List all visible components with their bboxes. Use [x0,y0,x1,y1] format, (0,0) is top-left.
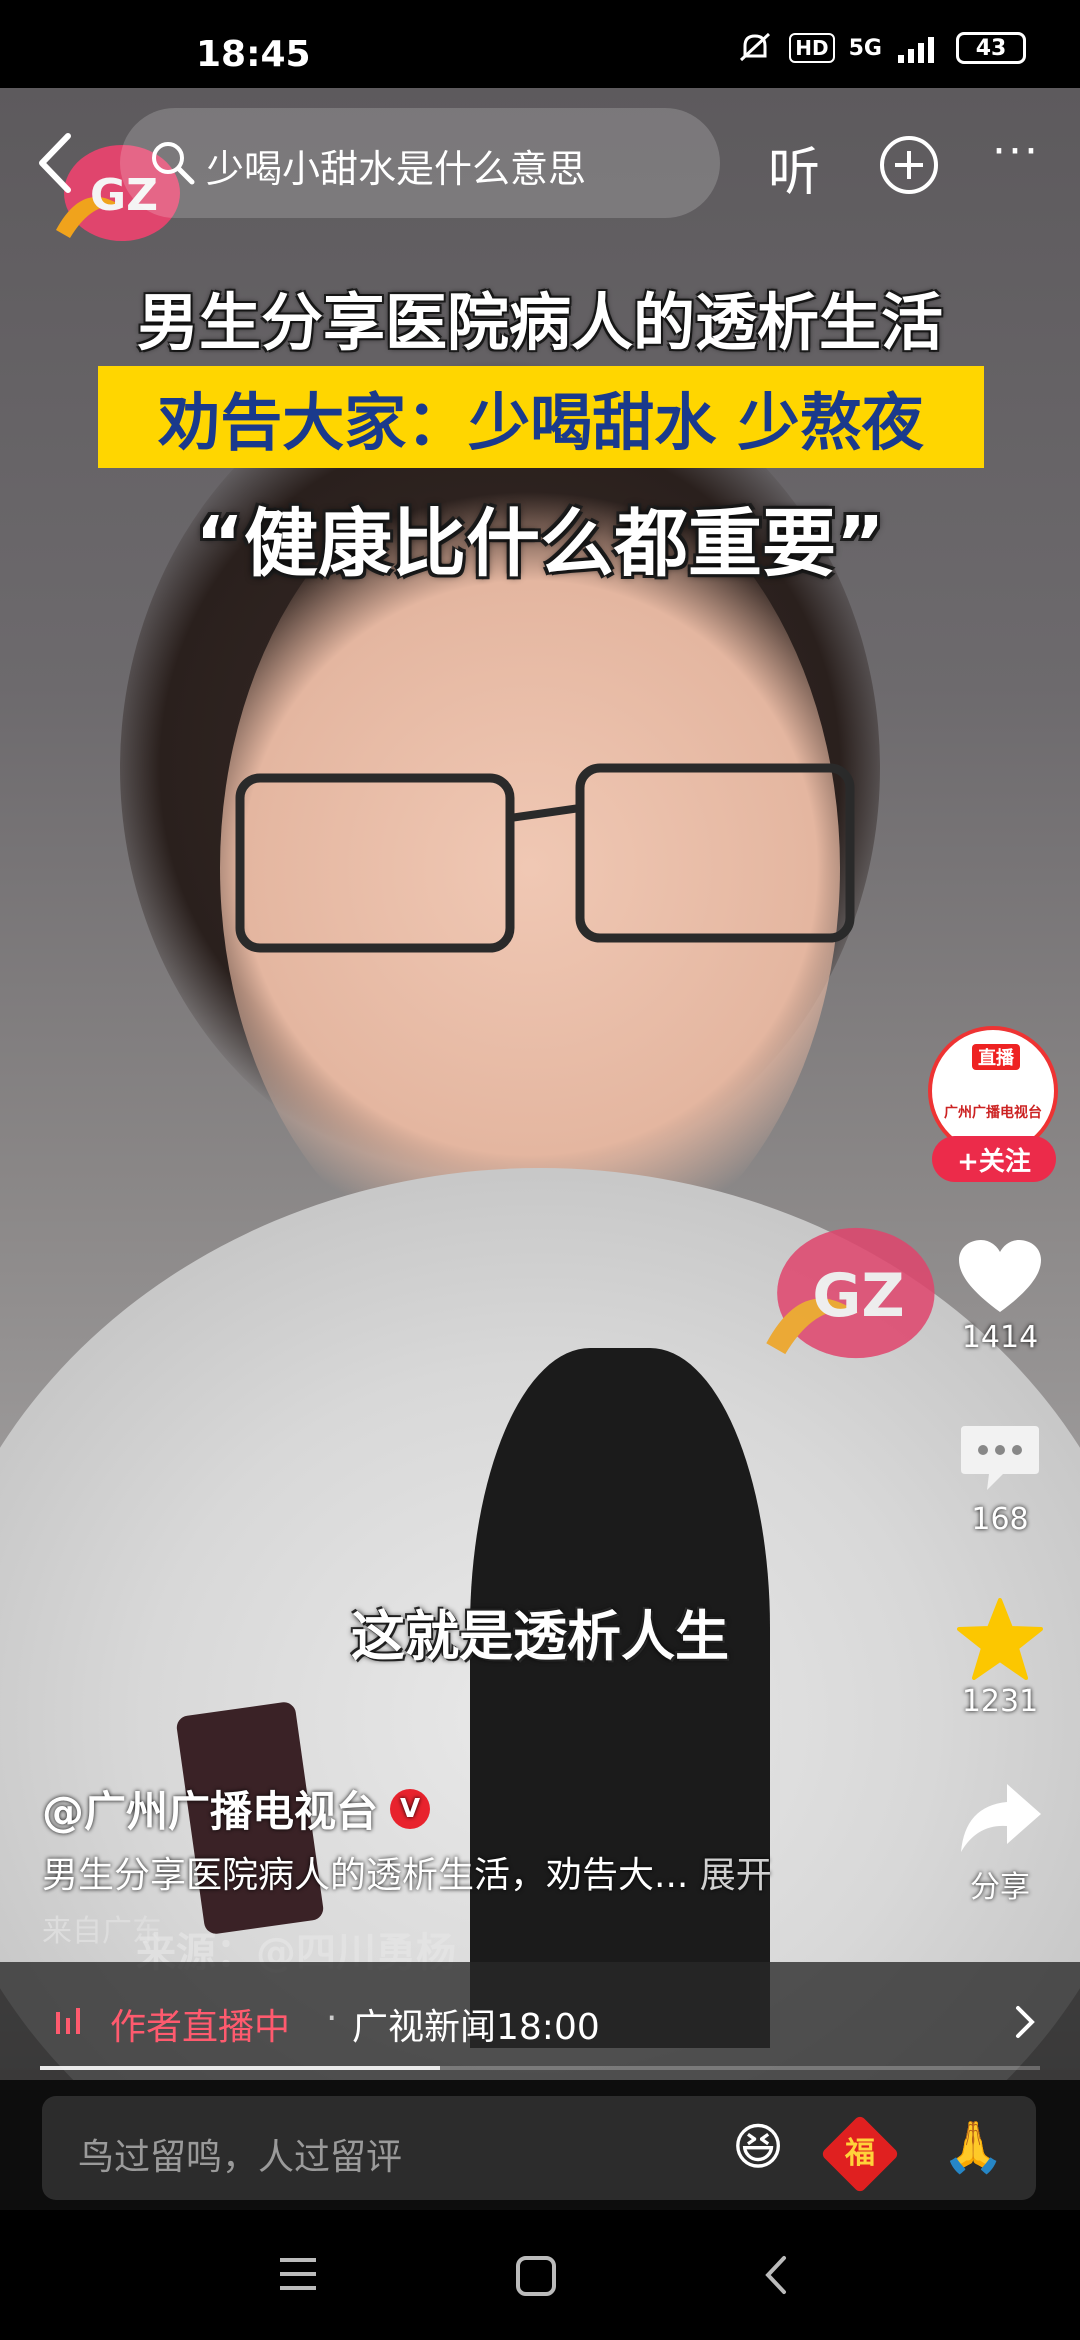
signal-icon [898,37,934,63]
dark-shirt [470,1348,770,2048]
laugh-emoji-icon[interactable]: 😆 [732,2118,784,2176]
share-arrow-icon [961,1784,1041,1852]
search-query: 少喝小甜水是什么意思 [206,147,587,191]
search-box[interactable]: 少喝小甜水是什么意思 [120,108,720,218]
comment-placeholder: 鸟过留鸣，人过留评 [78,2137,403,2178]
glasses-graphic [235,763,855,953]
favorite-count: 1231 [961,1684,1039,1719]
fu-emoji-text: 福 [845,2136,875,2171]
favorite-button[interactable]: 1231 [920,1598,1080,1719]
network-label: 5G [848,35,882,61]
author-name[interactable]: @广州广播电视台 V [42,1778,431,1839]
status-bar: 18:45 HD 5G 43 [0,0,1080,88]
share-button[interactable]: 分享 [920,1780,1080,1906]
gz-watermark-text: GZ [812,1262,904,1331]
progress-fill [40,2066,440,2070]
video-subtitle: 这就是透析人生 [351,1605,729,1668]
star-icon [957,1598,1043,1680]
live-wave-icon [56,2008,80,2034]
system-nav-bar [0,2210,1080,2340]
add-button[interactable] [880,136,938,194]
status-time: 18:45 [196,34,311,75]
more-button[interactable]: ··· [992,126,1040,177]
comment-count: 168 [971,1502,1029,1537]
verified-badge: V [390,1788,431,1829]
back-arrow-icon[interactable] [28,130,84,196]
chevron-right-icon [1016,2006,1035,2038]
share-label: 分享 [970,1870,1030,1905]
live-separator: · [326,1998,338,2039]
subheadline: 劝告大家：少喝甜水 少熬夜 [158,386,924,459]
battery-level: 43 [975,35,1007,61]
follow-button[interactable]: +关注 [932,1136,1056,1182]
search-icon [152,142,195,185]
plus-icon [895,151,923,179]
pray-emoji-icon[interactable]: 🙏 [942,2118,1004,2177]
heart-icon [959,1240,1041,1312]
like-button[interactable]: 1414 [920,1238,1080,1355]
live-banner[interactable]: 作者直播中 · 广视新闻18:00 [0,1962,1080,2080]
live-program: 广视新闻18:00 [352,2007,600,2048]
post-description[interactable]: 男生分享医院病人的透析生活，劝告大... 展开 [42,1846,772,1898]
battery-icon: 43 [956,32,1026,64]
hd-badge: HD [789,33,835,63]
mute-bell-icon [740,32,771,62]
live-status: 作者直播中 [110,2007,291,2048]
comment-icon [961,1426,1039,1490]
avatar-live-badge: 直播 [972,1044,1020,1070]
avatar-channel-name: 广州广播电视台 [944,1105,1042,1121]
menu-icon[interactable] [276,2254,320,2294]
top-nav: 少喝小甜水是什么意思 听 ··· [0,108,1080,218]
gz-watermark-icon: GZ [766,1227,935,1359]
video-quote: “健康比什么都重要” [195,501,885,587]
fu-emoji-icon[interactable]: 福 [820,2114,900,2194]
description-text: 男生分享医院病人的透析生活，劝告大... [42,1855,689,1896]
video-headline: 男生分享医院病人的透析生活 [136,286,943,359]
comment-bar: 鸟过留鸣，人过留评 😆 福 🙏 [0,2080,1080,2210]
comment-button[interactable]: 168 [920,1420,1080,1537]
listen-button[interactable]: 听 [768,130,820,205]
expand-link[interactable]: 展开 [700,1855,772,1896]
status-icons: HD 5G 43 [735,30,1026,66]
subheadline-banner: 劝告大家：少喝甜水 少熬夜 [98,366,984,468]
comment-input[interactable]: 鸟过留鸣，人过留评 😆 福 🙏 [42,2096,1036,2200]
author-handle[interactable]: @广州广播电视台 [42,1778,378,1839]
like-count: 1414 [961,1320,1039,1355]
home-icon[interactable] [514,2254,558,2298]
back-nav-icon[interactable] [758,2252,794,2298]
video-progress-bar[interactable] [40,2066,1040,2070]
